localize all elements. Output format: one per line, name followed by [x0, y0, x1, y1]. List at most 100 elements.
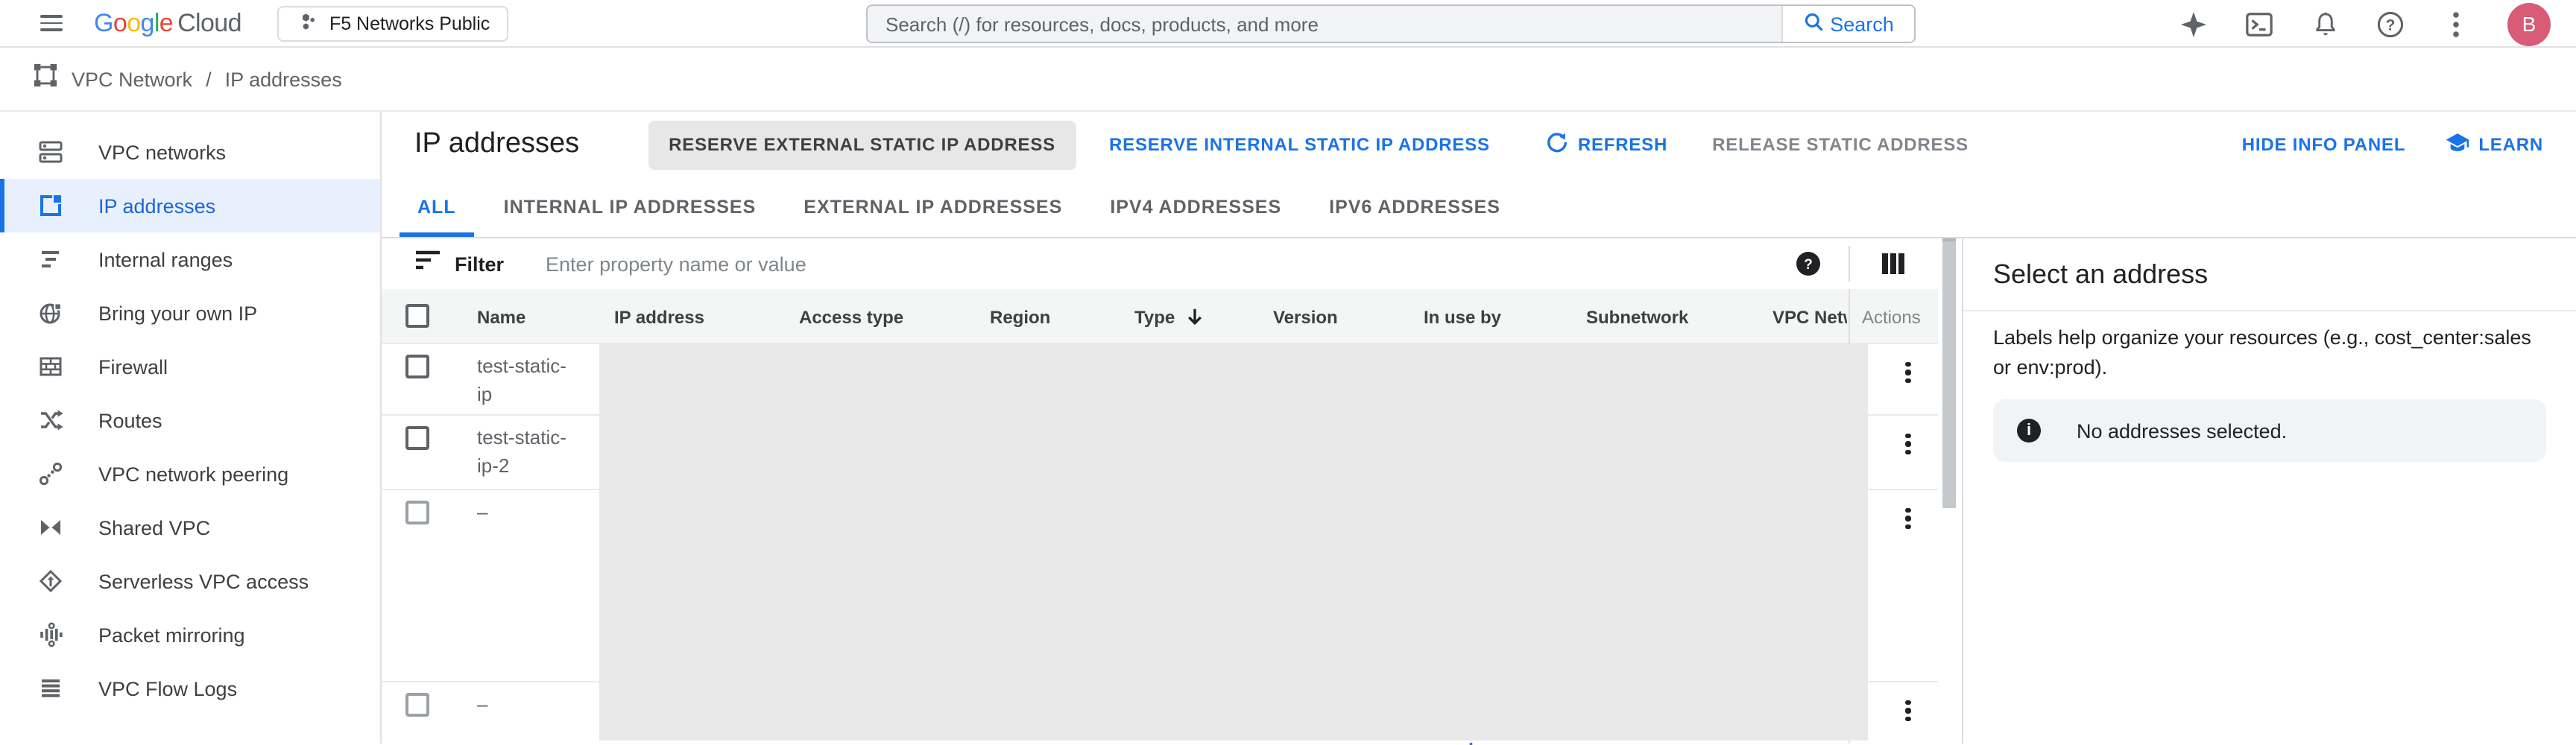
avatar[interactable]: B [2507, 2, 2551, 45]
sidebar: VPC networks IP addresses Internal range… [0, 112, 382, 744]
sidebar-item-shared-vpc[interactable]: Shared VPC [0, 501, 380, 554]
learn-button[interactable]: LEARN [2444, 130, 2543, 159]
cloud-shell-icon[interactable] [2245, 10, 2273, 38]
vpc-network-peering-icon [37, 460, 64, 487]
logo-letter: o [113, 8, 127, 37]
row-name: – [477, 498, 566, 526]
shared-vpc-icon [37, 514, 64, 541]
vpc-flow-logs-icon [37, 675, 64, 702]
breadcrumb-bar: VPC Network / IP addresses [0, 48, 2576, 112]
sidebar-item-serverless-vpc-access[interactable]: Serverless VPC access [0, 554, 380, 608]
sidebar-item-label: VPC networks [98, 141, 226, 163]
menu-icon[interactable] [40, 15, 63, 31]
row-actions-icon[interactable] [1896, 507, 1920, 530]
tab-all[interactable]: ALL [394, 177, 480, 237]
sidebar-item-label: Internal ranges [98, 248, 233, 270]
sort-descending-icon [1185, 307, 1205, 326]
tab-label: INTERNAL IP ADDRESSES [504, 197, 757, 218]
info-panel-title: Select an address [1963, 238, 2576, 311]
sidebar-item-vpc-flow-logs[interactable]: VPC Flow Logs [0, 662, 380, 715]
project-selector[interactable]: F5 Networks Public [277, 5, 508, 41]
row-actions-icon[interactable] [1896, 432, 1920, 456]
column-header-vpc-network[interactable]: VPC Network [1772, 289, 1847, 344]
logo-letter: o [127, 8, 140, 37]
project-name: F5 Networks Public [329, 13, 490, 34]
tab-ipv6-addresses[interactable]: IPV6 ADDRESSES [1305, 177, 1524, 237]
tab-internal-ip-addresses[interactable]: INTERNAL IP ADDRESSES [480, 177, 780, 237]
more-vert-icon[interactable] [2442, 10, 2470, 38]
column-header-in-use-by[interactable]: In use by [1424, 289, 1501, 344]
column-header-ip-address[interactable]: IP address [614, 289, 704, 344]
select-all-checkbox[interactable] [405, 304, 429, 328]
column-header-access-type[interactable]: Access type [799, 289, 903, 344]
row-actions-icon[interactable] [1896, 361, 1920, 384]
google-cloud-logo[interactable]: GoogleCloud [94, 8, 242, 38]
routes-icon [37, 407, 64, 434]
gemini-sparkle-icon[interactable] [2179, 10, 2208, 38]
release-static-address-button[interactable]: RELEASE STATIC ADDRESS [1712, 134, 1969, 155]
reserve-external-static-ip-button[interactable]: RESERVE EXTERNAL STATIC IP ADDRESS [648, 120, 1076, 169]
column-header-name[interactable]: Name [477, 289, 525, 344]
button-label: RESERVE EXTERNAL STATIC IP ADDRESS [669, 134, 1055, 155]
sidebar-item-label: VPC network peering [98, 463, 288, 485]
sidebar-item-bring-your-own-ip[interactable]: Bring your own IP [0, 286, 380, 340]
refresh-button[interactable]: REFRESH [1547, 131, 1667, 158]
row-checkbox[interactable] [405, 693, 429, 717]
column-header-subnetwork[interactable]: Subnetwork [1586, 289, 1688, 344]
tab-external-ip-addresses[interactable]: EXTERNAL IP ADDRESSES [780, 177, 1086, 237]
column-header-version[interactable]: Version [1273, 289, 1338, 344]
reserve-internal-static-ip-button[interactable]: RESERVE INTERNAL STATIC IP ADDRESS [1109, 134, 1490, 155]
scrollbar-thumb[interactable] [1942, 238, 1956, 508]
main-content: IP addresses RESERVE EXTERNAL STATIC IP … [382, 112, 2576, 744]
no-selection-notice: i No addresses selected. [1993, 399, 2546, 462]
page-header: IP addresses RESERVE EXTERNAL STATIC IP … [382, 112, 2576, 177]
top-bar: GoogleCloud F5 Networks Public Search ? … [0, 0, 2576, 48]
logo-cloud-text: Cloud [177, 8, 242, 37]
button-label: REFRESH [1578, 134, 1667, 155]
sidebar-item-label: Packet mirroring [98, 624, 245, 646]
column-header-type[interactable]: Type [1134, 289, 1205, 344]
column-header-region[interactable]: Region [990, 289, 1050, 344]
row-checkbox[interactable] [405, 501, 429, 524]
tab-label: IPV6 ADDRESSES [1329, 197, 1500, 218]
row-name: test-static-ip [477, 352, 566, 408]
learn-school-icon [2444, 130, 2469, 159]
tab-bar: ALL INTERNAL IP ADDRESSES EXTERNAL IP AD… [382, 177, 2576, 238]
sidebar-item-vpc-network-peering[interactable]: VPC network peering [0, 447, 380, 501]
filter-label: Filter [455, 253, 504, 275]
sidebar-item-label: Bring your own IP [98, 302, 257, 324]
notifications-bell-icon[interactable] [2311, 10, 2339, 38]
search-input[interactable] [868, 6, 1781, 42]
sidebar-item-label: Routes [98, 409, 162, 431]
sidebar-item-routes[interactable]: Routes [0, 393, 380, 447]
logo-letter: G [94, 8, 113, 37]
search-button[interactable]: Search [1781, 6, 1914, 42]
logo-letter: e [160, 8, 173, 37]
vpc-networks-icon [37, 139, 64, 165]
row-checkbox[interactable] [405, 426, 429, 450]
info-panel: Select an address Labels help organize y… [1962, 238, 2576, 744]
filter-help-icon[interactable]: ? [1796, 252, 1820, 283]
row-checkbox[interactable] [405, 355, 429, 378]
table-header: Name IP address Access type Region Type … [382, 289, 1938, 344]
column-header-actions: Actions [1862, 289, 1921, 344]
tab-ipv4-addresses[interactable]: IPV4 ADDRESSES [1086, 177, 1305, 237]
sidebar-item-label: Firewall [98, 355, 168, 378]
sidebar-item-firewall[interactable]: Firewall [0, 340, 380, 393]
filter-input[interactable] [543, 251, 1437, 276]
hide-info-panel-button[interactable]: HIDE INFO PANEL [2242, 134, 2406, 155]
redacted-table-data [599, 344, 1868, 741]
sidebar-item-label: IP addresses [98, 194, 215, 217]
button-label: RESERVE INTERNAL STATIC IP ADDRESS [1109, 134, 1490, 155]
svg-text:?: ? [2386, 16, 2396, 34]
sidebar-item-internal-ranges[interactable]: Internal ranges [0, 232, 380, 286]
row-actions-icon[interactable] [1896, 699, 1920, 723]
breadcrumb-section[interactable]: VPC Network [72, 68, 192, 90]
help-icon[interactable]: ? [2376, 10, 2405, 38]
table-scrollbar [1938, 238, 1962, 744]
sidebar-item-vpc-networks[interactable]: VPC networks [0, 125, 380, 179]
column-display-options-icon[interactable] [1881, 253, 1905, 282]
sidebar-item-packet-mirroring[interactable]: Packet mirroring [0, 608, 380, 662]
sidebar-item-ip-addresses[interactable]: IP addresses [0, 179, 380, 232]
bring-your-own-ip-icon [37, 299, 64, 326]
